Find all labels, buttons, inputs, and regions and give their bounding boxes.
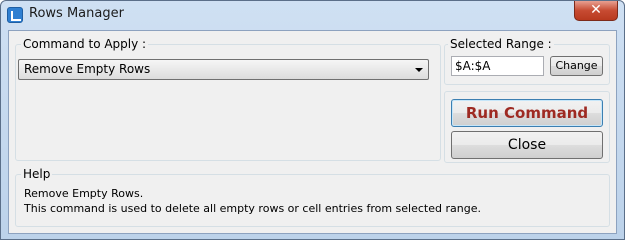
- change-range-button[interactable]: Change: [550, 56, 603, 76]
- close-button[interactable]: Close: [451, 131, 603, 159]
- window-close-button[interactable]: ✕: [574, 1, 618, 21]
- selected-range-input[interactable]: [451, 56, 544, 76]
- rows-manager-window: Rows Manager ✕ Command to Apply : Remove…: [0, 0, 625, 240]
- command-dropdown[interactable]: Remove Empty Rows: [18, 59, 429, 80]
- help-group: [15, 174, 610, 227]
- help-text-line-2: This command is used to delete all empty…: [24, 202, 481, 215]
- run-command-button[interactable]: Run Command: [451, 99, 603, 127]
- command-group-label: Command to Apply :: [21, 37, 149, 51]
- app-icon: [7, 7, 23, 23]
- help-group-label: Help: [21, 167, 53, 181]
- chevron-down-icon: [415, 68, 423, 72]
- help-text-line-1: Remove Empty Rows.: [24, 187, 144, 200]
- range-group-label: Selected Range :: [448, 37, 554, 51]
- title-bar[interactable]: Rows Manager ✕: [1, 1, 624, 27]
- command-dropdown-value: Remove Empty Rows: [24, 62, 151, 76]
- window-title: Rows Manager: [29, 6, 124, 21]
